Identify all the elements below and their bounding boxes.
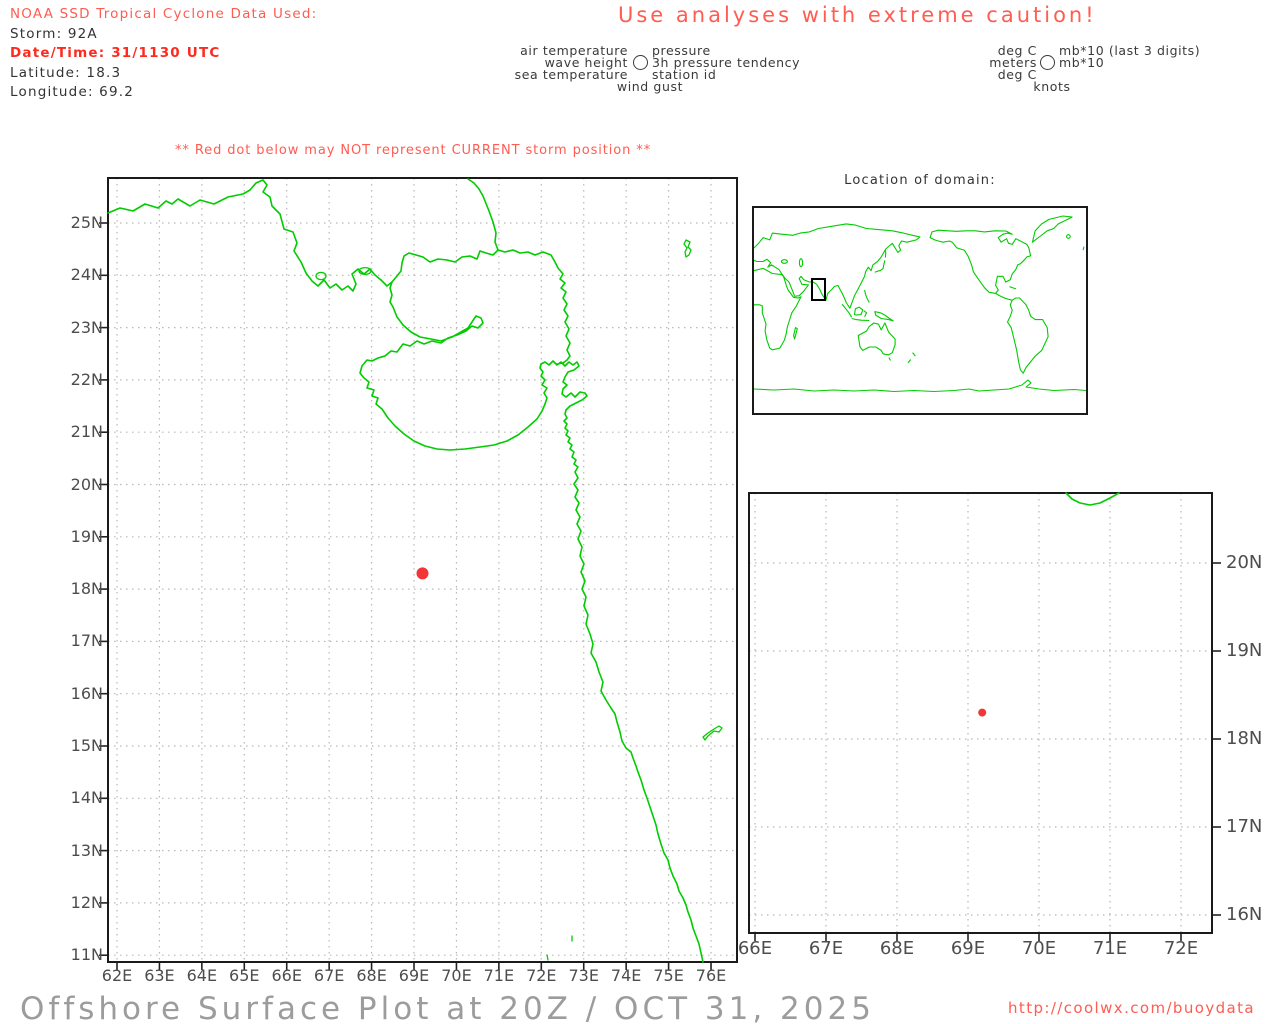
main-map-lat-label: 24N <box>70 265 103 285</box>
zoom-map-lon-label: 67E <box>808 938 844 959</box>
main-map-lon-label: 70E <box>441 966 472 985</box>
zoom-map-lon-label: 71E <box>1092 938 1128 959</box>
main-map-lat-label: 15N <box>70 736 103 755</box>
zoom-map-lat-label: 20N <box>1226 552 1263 573</box>
zoom-map-coastline <box>1065 492 1120 506</box>
main-map-lon-label: 71E <box>483 966 515 985</box>
main-map-lon-label: 74E <box>610 966 642 985</box>
main-map-lon-label: 65E <box>229 966 260 985</box>
source-url: http://coolwx.com/buoydata <box>1008 999 1255 1017</box>
header-latitude: Latitude: 18.3 <box>10 65 122 81</box>
main-map-lat-label: 13N <box>70 840 103 860</box>
station-circle-icon <box>633 55 648 70</box>
main-map-lon-label: 69E <box>398 966 430 985</box>
zoom-map-lat-label: 19N <box>1226 640 1263 661</box>
storm-dot-zoom <box>978 708 987 717</box>
units-legend-knots: knots <box>1033 79 1071 94</box>
main-map-lat-label: 20N <box>70 474 103 494</box>
main-map-lon-label: 72E <box>526 966 557 985</box>
zoom-map-lon-label: 70E <box>1021 938 1057 959</box>
header-storm: Storm: 92A <box>10 26 98 42</box>
main-map-lon-label: 68E <box>356 966 387 985</box>
main-map-lat-label: 22N <box>70 369 103 389</box>
main-map-lon-label: 76E <box>695 966 727 985</box>
main-map-lat-label: 23N <box>70 317 103 337</box>
header-longitude: Longitude: 69.2 <box>10 84 135 100</box>
main-map-lat-label: 19N <box>70 526 103 546</box>
main-map-coastline <box>107 178 723 963</box>
zoom-map-lat-label: 17N <box>1226 816 1263 837</box>
main-map-lat-label: 18N <box>70 579 103 599</box>
main-map-lat-label: 21N <box>70 422 103 442</box>
main-map-lon-label: 63E <box>144 966 175 985</box>
main-map-lat-label: 11N <box>70 945 103 965</box>
main-map-lat-label: 25N <box>70 213 103 232</box>
main-map-lat-label: 14N <box>70 788 103 808</box>
main-map-lon-label: 62E <box>101 966 133 985</box>
inset-map-title: Location of domain: <box>844 173 996 188</box>
main-map-lat-label: 17N <box>70 631 103 651</box>
units-legend-mb10: mb*10 <box>1059 55 1105 70</box>
storm-position-warning: ** Red dot below may NOT represent CURRE… <box>175 143 652 158</box>
storm-dot-main <box>416 567 429 580</box>
zoom-map-lat-label: 18N <box>1226 728 1263 749</box>
zoom-map-lon-label: 72E <box>1163 938 1199 959</box>
zoom-map-lat-label: 16N <box>1226 904 1263 925</box>
main-map-lat-label: 12N <box>70 892 103 912</box>
main-map-lon-label: 66E <box>271 966 302 985</box>
zoom-map-grid <box>749 493 1221 941</box>
main-map-lon-label: 64E <box>186 966 218 985</box>
zoom-map-lon-label: 68E <box>879 938 915 959</box>
main-map-lon-label: 73E <box>568 966 599 985</box>
zoom-map-lon-label: 69E <box>950 938 986 959</box>
zoom-map-lon-label: 66E <box>737 938 773 959</box>
units-circle-icon <box>1040 55 1055 70</box>
plot-title: Offshore Surface Plot at 20Z / OCT 31, 2… <box>20 991 875 1024</box>
header-datetime: Date/Time: 31/1130 UTC <box>10 45 221 61</box>
inset-world-map <box>754 215 1086 393</box>
buoy-plot-page: NOAA SSD Tropical Cyclone Data Used: Sto… <box>0 0 1280 1024</box>
station-legend-wind-gust: wind gust <box>616 79 684 94</box>
main-map-lon-label: 75E <box>653 966 684 985</box>
main-map-lat-label: 16N <box>70 683 103 703</box>
caution-banner: Use analyses with extreme caution! <box>618 3 1097 27</box>
main-map-lon-label: 67E <box>313 966 345 985</box>
header-source-line: NOAA SSD Tropical Cyclone Data Used: <box>10 6 318 22</box>
